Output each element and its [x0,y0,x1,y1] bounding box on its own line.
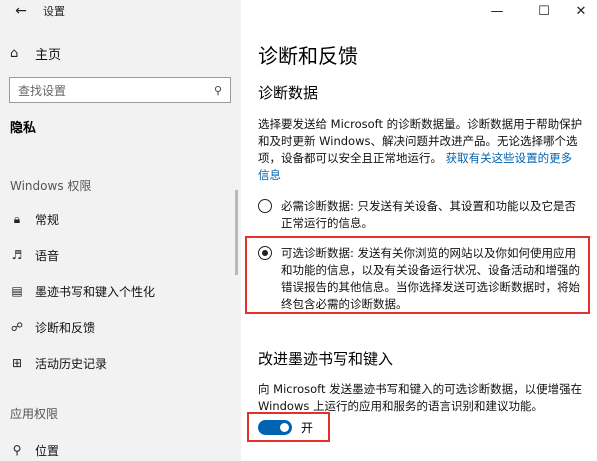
sidebar-item-diagnostics[interactable]: ☍ 诊断和反馈 [9,310,234,344]
minimize-button[interactable]: — [482,2,512,22]
radio-optional-diagnostic[interactable]: 可选诊断数据: 发送有关你浏览的网站以及你如何使用应用和功能的信息，以及有关设备… [258,245,583,313]
timeline-icon: ⊞ [11,356,23,370]
sidebar-item-speech[interactable]: ♬ 语音 [9,238,234,272]
group-heading-app: 应用权限 [10,407,59,421]
section-heading: 隐私 [10,121,37,136]
maximize-icon: ☐ [538,4,550,19]
sidebar-item-label: 活动历史记录 [35,356,108,371]
home-icon: ⌂ [10,46,19,61]
sidebar-item-location[interactable]: ⚲ 位置 [9,433,234,461]
radio-optional-circle[interactable] [258,246,272,260]
sidebar-item-home[interactable]: ⌂ 主页 [10,44,61,63]
clipboard-icon: ▤ [11,284,23,298]
radio-required-diagnostic[interactable]: 必需诊断数据: 只发送有关设备、其设置和功能以及它是否正常运行的信息。 [258,198,583,232]
group-heading-windows: Windows 权限 [10,179,92,193]
search-placeholder: 查找设置 [18,83,67,98]
inking-toggle-switch[interactable] [258,420,292,435]
minimize-icon: — [490,4,504,19]
sidebar-item-label: 墨迹书写和键入个性化 [35,284,156,299]
diagnostic-data-description: 选择要发送给 Microsoft 的诊断数据量。诊断数据用于帮助保护和及时更新 … [258,116,583,184]
search-icon: ⚲ [213,83,222,97]
feedback-icon: ☍ [10,320,24,334]
inking-typing-description: 向 Microsoft 发送墨迹书写和键入的可选诊断数据，以便增强在 Windo… [258,382,583,413]
sidebar-item-label: 语音 [35,248,60,263]
inking-typing-heading: 改进墨迹书写和键入 [258,350,394,368]
radio-required-label: 必需诊断数据: 只发送有关设备、其设置和功能以及它是否正常运行的信息。 [281,199,577,230]
radio-required-circle[interactable] [258,199,272,213]
back-button[interactable]: ← [11,1,31,21]
sidebar-scrollbar[interactable] [235,190,238,275]
sidebar-item-activity[interactable]: ⊞ 活动历史记录 [9,346,234,380]
sidebar-item-label: 位置 [35,443,60,458]
location-icon: ⚲ [12,443,22,457]
back-arrow-icon: ← [15,3,27,19]
speech-icon: ♬ [11,248,23,262]
close-icon: ✕ [575,4,587,19]
toggle-knob [280,423,289,432]
home-label: 主页 [35,48,62,63]
sidebar-item-inking[interactable]: ▤ 墨迹书写和键入个性化 [9,274,234,308]
sidebar: ← 设置 ⌂ 主页 查找设置 ⚲ 隐私 Windows 权限 🔒︎ 常规 ♬ 语… [0,0,241,461]
sidebar-item-general[interactable]: 🔒︎ 常规 [9,202,234,236]
diagnostic-data-heading: 诊断数据 [258,84,319,102]
toggle-state-label: 开 [301,421,314,435]
sidebar-item-label: 常规 [35,212,60,227]
close-button[interactable]: ✕ [566,2,596,22]
app-title: 设置 [43,5,65,18]
radio-optional-label: 可选诊断数据: 发送有关你浏览的网站以及你如何使用应用和功能的信息，以及有关设备… [281,246,580,311]
lock-icon: 🔒︎ [13,211,21,226]
page-title: 诊断和反馈 [258,44,358,68]
search-input[interactable]: 查找设置 ⚲ [9,77,231,103]
main-content: 诊断和反馈 诊断数据 选择要发送给 Microsoft 的诊断数据量。诊断数据用… [241,0,597,461]
inking-toggle-row: 开 [258,419,313,436]
sidebar-item-label: 诊断和反馈 [35,320,96,335]
maximize-button[interactable]: ☐ [529,2,559,22]
